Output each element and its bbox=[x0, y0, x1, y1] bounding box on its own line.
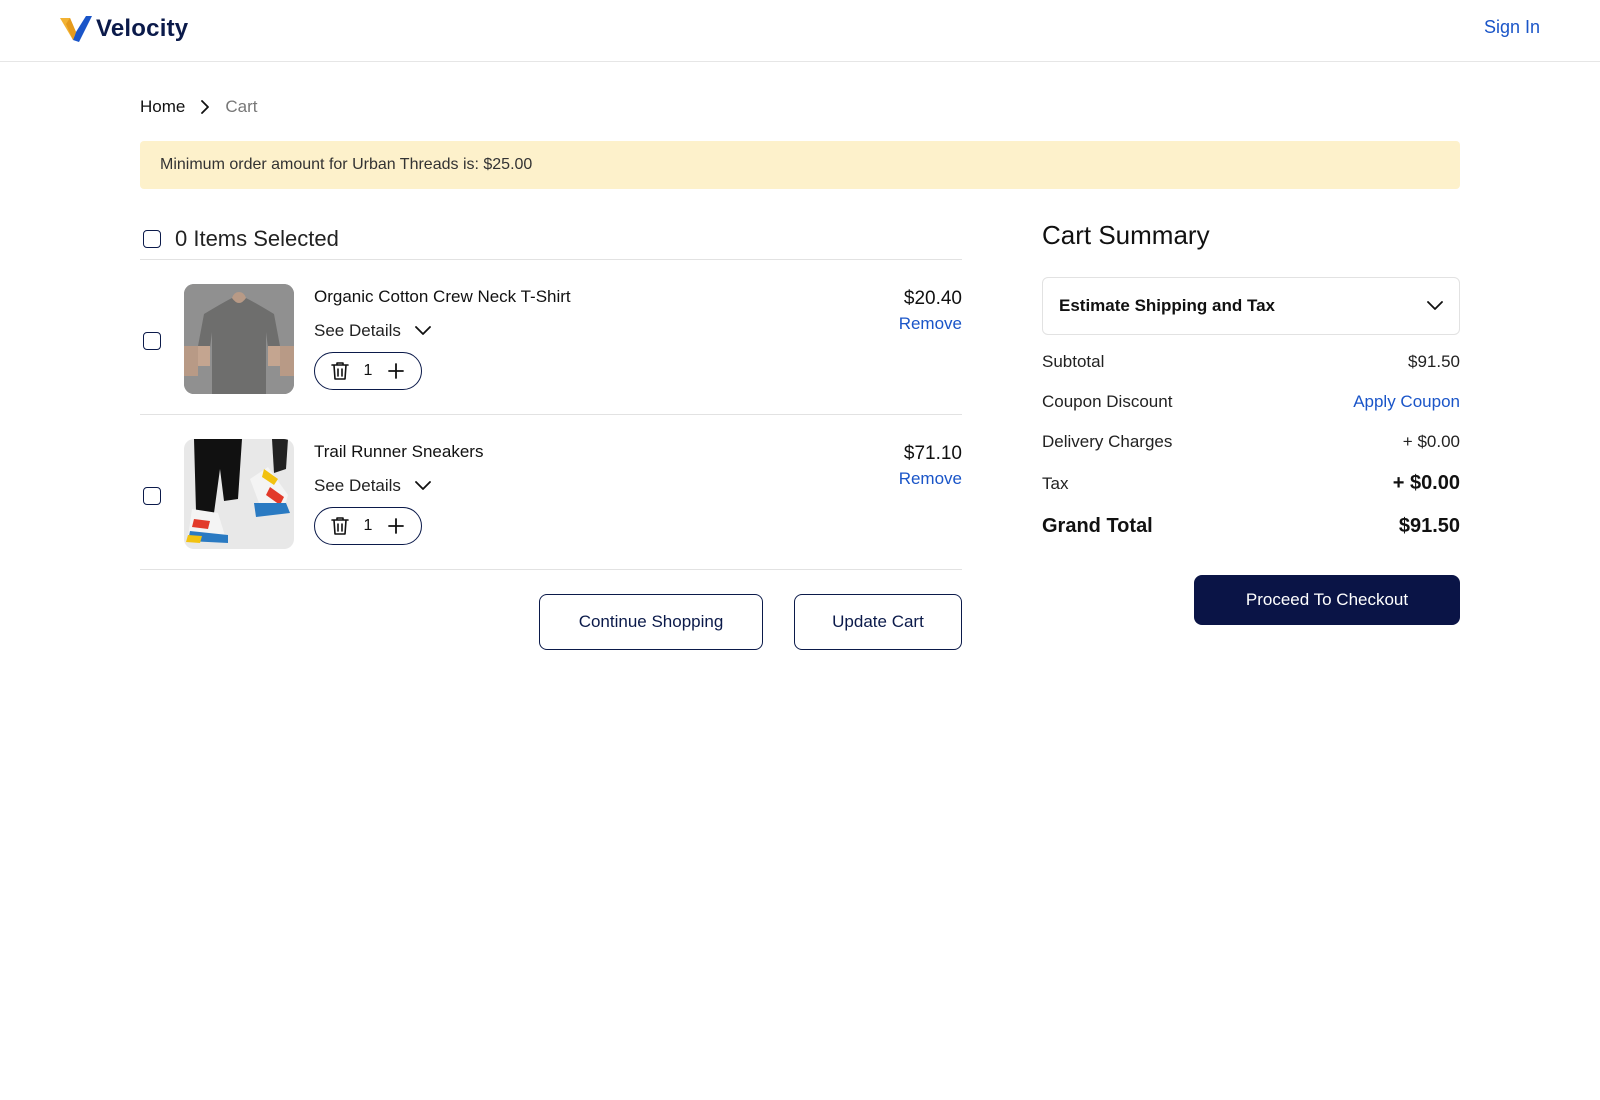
item-name[interactable]: Organic Cotton Crew Neck T-Shirt bbox=[314, 287, 571, 307]
subtotal-row: Subtotal $91.50 bbox=[1042, 352, 1460, 372]
chevron-down-icon bbox=[1427, 301, 1443, 310]
quantity-stepper: 1 bbox=[314, 507, 422, 545]
chevron-down-icon bbox=[415, 481, 431, 490]
minimum-order-text: Minimum order amount for Urban Threads i… bbox=[160, 156, 533, 173]
cart-summary-title: Cart Summary bbox=[1042, 220, 1210, 250]
product-image-tshirt[interactable] bbox=[184, 284, 294, 394]
sign-in-link[interactable]: Sign In bbox=[1484, 17, 1540, 38]
increase-quantity-button[interactable] bbox=[387, 517, 405, 535]
chevron-down-icon bbox=[415, 326, 431, 335]
tax-value: + $0.00 bbox=[1392, 472, 1460, 494]
see-details-label: See Details bbox=[314, 476, 401, 495]
see-details-toggle[interactable]: See Details bbox=[314, 476, 431, 496]
product-image-sneakers[interactable] bbox=[184, 439, 294, 549]
tax-row: Tax + $0.00 bbox=[1042, 472, 1460, 495]
delivery-value: + $0.00 bbox=[1402, 432, 1460, 451]
delete-quantity-button[interactable] bbox=[331, 516, 349, 536]
delivery-label: Delivery Charges bbox=[1042, 432, 1173, 451]
see-details-toggle[interactable]: See Details bbox=[314, 321, 431, 341]
breadcrumb-home[interactable]: Home bbox=[140, 97, 185, 117]
top-header: Velocity Sign In bbox=[0, 0, 1600, 62]
subtotal-value: $91.50 bbox=[1408, 352, 1460, 371]
chevron-right-icon bbox=[201, 100, 210, 114]
logo-text: Velocity bbox=[96, 15, 189, 42]
item-price: $71.10 bbox=[903, 443, 962, 464]
velocity-logo-icon bbox=[60, 16, 92, 42]
estimate-shipping-tax-dropdown[interactable]: Estimate Shipping and Tax bbox=[1042, 277, 1460, 335]
proceed-to-checkout-button[interactable]: Proceed To Checkout bbox=[1194, 575, 1460, 625]
plus-icon bbox=[388, 363, 404, 379]
remove-item-link[interactable]: Remove bbox=[899, 314, 962, 334]
grand-total-value: $91.50 bbox=[1398, 515, 1460, 537]
subtotal-label: Subtotal bbox=[1042, 352, 1105, 371]
estimate-shipping-label: Estimate Shipping and Tax bbox=[1059, 296, 1275, 315]
item-checkbox[interactable] bbox=[143, 487, 161, 505]
tax-label: Tax bbox=[1042, 473, 1069, 493]
coupon-label: Coupon Discount bbox=[1042, 392, 1173, 411]
item-name[interactable]: Trail Runner Sneakers bbox=[314, 442, 483, 462]
trash-icon bbox=[331, 362, 349, 380]
see-details-label: See Details bbox=[314, 321, 401, 340]
items-selected-label: 0 Items Selected bbox=[175, 225, 339, 251]
trash-icon bbox=[331, 517, 349, 535]
cart-item: Organic Cotton Crew Neck T-Shirt See Det… bbox=[140, 260, 962, 415]
coupon-row: Coupon Discount Apply Coupon bbox=[1042, 392, 1460, 412]
increase-quantity-button[interactable] bbox=[387, 362, 405, 380]
plus-icon bbox=[388, 518, 404, 534]
item-price: $20.40 bbox=[903, 288, 962, 309]
cart-items-list: 0 Items Selected Organic Cotton Crew Nec… bbox=[140, 218, 962, 570]
breadcrumb-current: Cart bbox=[225, 97, 258, 116]
quantity-value: 1 bbox=[363, 362, 373, 379]
quantity-stepper: 1 bbox=[314, 352, 422, 390]
continue-shopping-button[interactable]: Continue Shopping bbox=[539, 594, 763, 650]
delete-quantity-button[interactable] bbox=[331, 361, 349, 381]
quantity-value: 1 bbox=[363, 517, 373, 534]
grand-total-row: Grand Total $91.50 bbox=[1042, 515, 1460, 538]
select-all-row: 0 Items Selected bbox=[140, 218, 962, 260]
select-all-checkbox[interactable] bbox=[143, 229, 161, 248]
grand-total-label: Grand Total bbox=[1042, 515, 1153, 537]
minimum-order-banner: Minimum order amount for Urban Threads i… bbox=[140, 141, 1460, 189]
sneakers-image bbox=[184, 439, 294, 549]
breadcrumb: Home Cart bbox=[140, 97, 257, 117]
cart-actions: Continue Shopping Update Cart bbox=[140, 594, 962, 650]
delivery-row: Delivery Charges + $0.00 bbox=[1042, 432, 1460, 452]
apply-coupon-link[interactable]: Apply Coupon bbox=[1353, 392, 1460, 412]
cart-item: Trail Runner Sneakers See Details 1 $71.… bbox=[140, 415, 962, 570]
remove-item-link[interactable]: Remove bbox=[899, 469, 962, 489]
update-cart-button[interactable]: Update Cart bbox=[794, 594, 962, 650]
tshirt-image bbox=[184, 284, 294, 394]
velocity-logo[interactable]: Velocity bbox=[60, 14, 188, 44]
item-checkbox[interactable] bbox=[143, 332, 161, 350]
cart-summary: Cart Summary Estimate Shipping and Tax S… bbox=[1042, 218, 1460, 625]
